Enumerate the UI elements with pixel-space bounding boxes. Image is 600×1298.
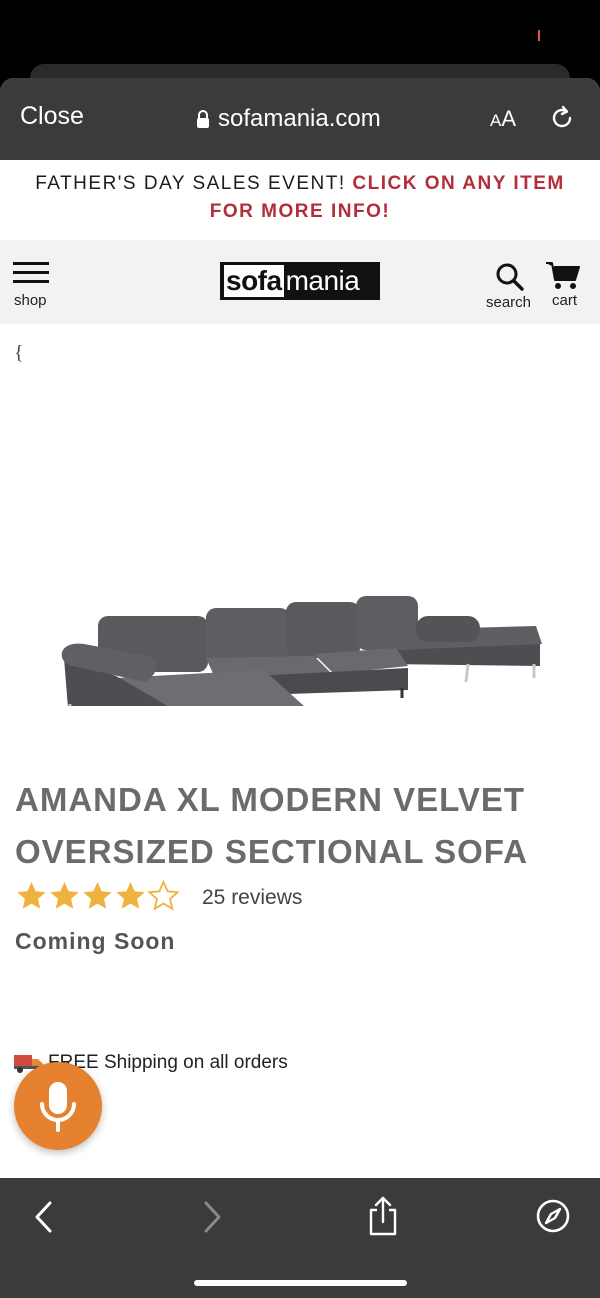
close-button[interactable]: Close xyxy=(20,102,84,131)
cart-label: cart xyxy=(552,292,578,309)
text-size-small: A xyxy=(490,111,502,130)
chevron-right-icon[interactable] xyxy=(200,1200,224,1234)
browser-toolbar: Close sofamania.com AA xyxy=(0,78,600,160)
search-label: search xyxy=(486,294,532,311)
logo-part-sofa: sofa xyxy=(224,265,284,297)
url-text: sofamania.com xyxy=(218,105,381,132)
site-logo[interactable]: sofa mania xyxy=(220,262,380,300)
star-filled-icon xyxy=(17,882,46,909)
star-empty-icon xyxy=(147,880,180,911)
rating-stars[interactable] xyxy=(15,880,180,913)
chevron-left-icon[interactable] xyxy=(32,1200,56,1234)
search-icon xyxy=(496,263,524,291)
stray-text: { xyxy=(14,342,24,364)
compass-icon[interactable] xyxy=(535,1198,571,1234)
cart-icon xyxy=(546,262,580,289)
star-filled-icon xyxy=(83,882,112,909)
lock-icon xyxy=(197,110,209,128)
shop-menu-button[interactable]: shop xyxy=(13,262,53,314)
cart-button[interactable]: cart xyxy=(545,260,585,316)
status-indicator xyxy=(538,30,540,41)
microphone-icon xyxy=(40,1082,76,1132)
search-button[interactable]: search xyxy=(486,262,536,316)
site-header: shop sofa mania search cart xyxy=(0,240,600,324)
voice-search-button[interactable] xyxy=(14,1062,102,1150)
text-size-button[interactable]: AA xyxy=(490,106,516,132)
url-bar[interactable]: sofamania.com xyxy=(196,102,381,136)
product-image[interactable] xyxy=(56,498,548,706)
availability-status: Coming Soon xyxy=(15,928,176,954)
product-title: AMANDA XL MODERN VELVET OVERSIZED SECTIO… xyxy=(15,781,528,870)
share-icon[interactable] xyxy=(367,1196,399,1236)
star-filled-icon xyxy=(116,882,145,909)
shop-label: shop xyxy=(14,292,47,309)
reload-icon[interactable] xyxy=(548,104,576,132)
reviews-link[interactable]: 25 reviews xyxy=(202,886,302,910)
logo-part-mania: mania xyxy=(285,265,360,296)
star-filled-icon xyxy=(50,882,79,909)
browser-sheet: Close sofamania.com AA FATHER'S DAY SALE… xyxy=(0,78,600,1298)
promo-banner[interactable]: FATHER'S DAY SALES EVENT! CLICK ON ANY I… xyxy=(0,160,600,240)
home-indicator[interactable] xyxy=(194,1280,407,1286)
promo-text: FATHER'S DAY SALES EVENT! xyxy=(35,173,346,194)
text-size-large: A xyxy=(501,106,517,131)
